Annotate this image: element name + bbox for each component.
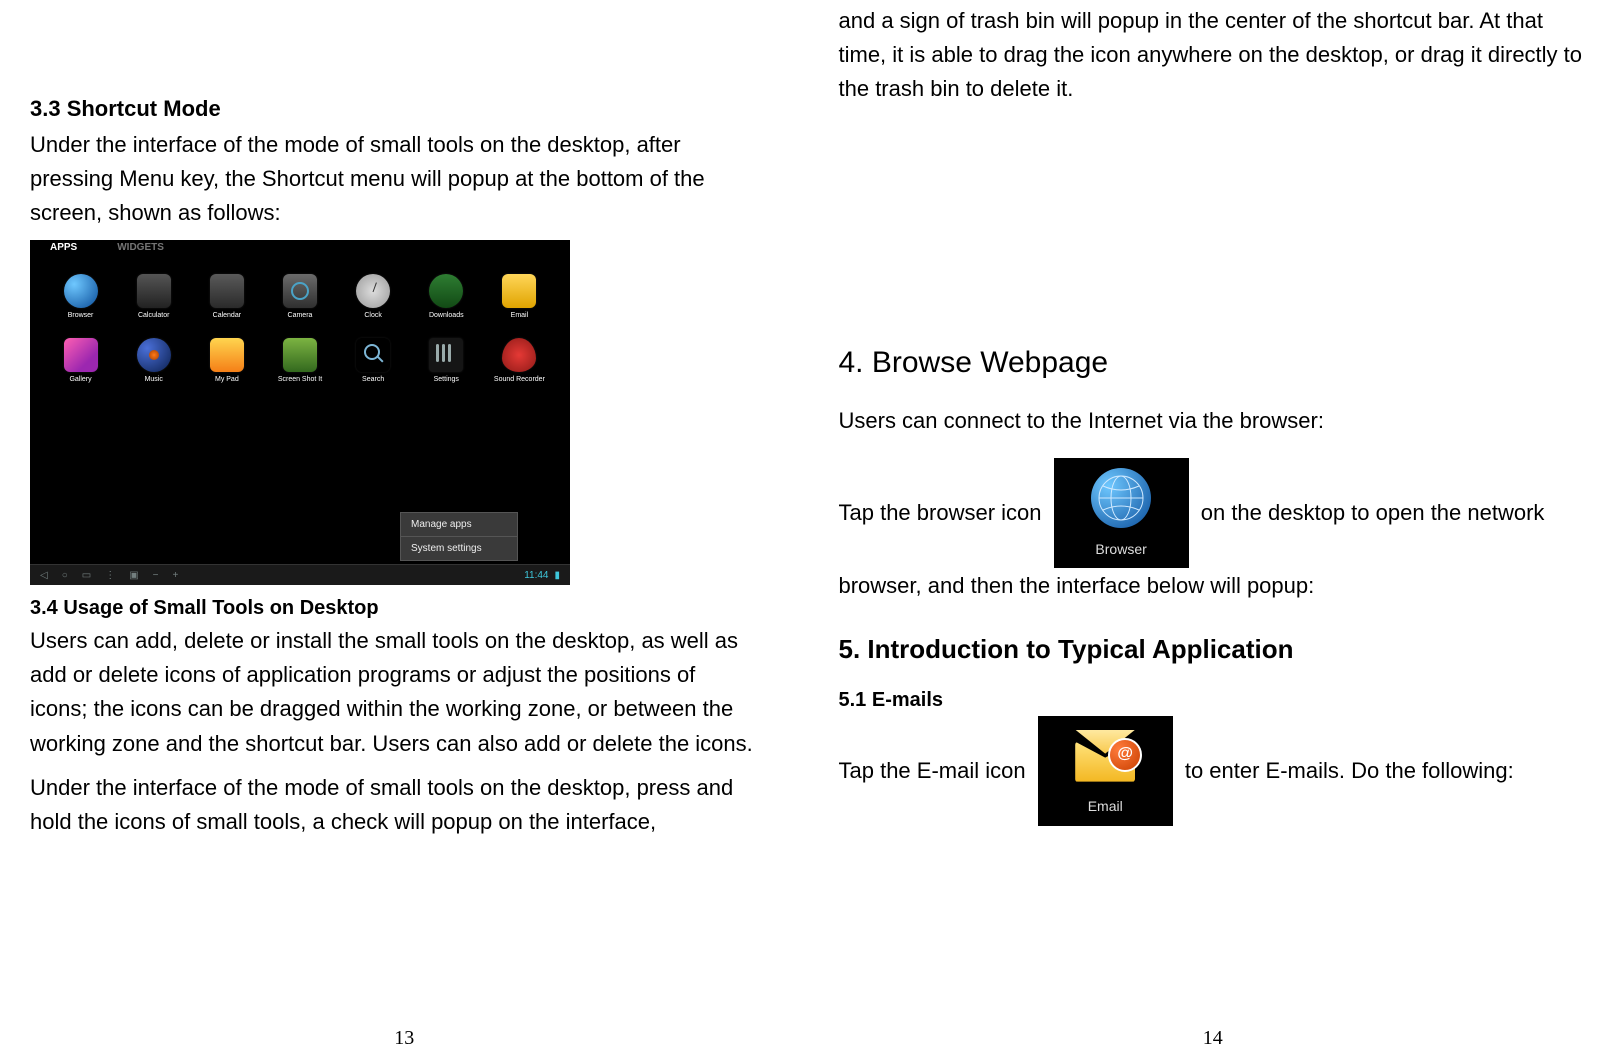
app-clock[interactable]: Clock	[337, 274, 410, 324]
statusbar-clock: 11:44	[524, 570, 548, 581]
heading-5: 5. Introduction to Typical Application	[839, 634, 1588, 665]
sound-recorder-icon	[502, 338, 536, 372]
app-sound-recorder[interactable]: Sound Recorder	[483, 338, 556, 388]
app-browser[interactable]: Browser	[44, 274, 117, 324]
app-label: Screen Shot It	[278, 376, 322, 383]
app-calendar[interactable]: Calendar	[190, 274, 263, 324]
downloads-icon	[429, 274, 463, 308]
email-icon	[502, 274, 536, 308]
email-icon-label: Email	[1038, 796, 1173, 818]
nav-more-icon[interactable]: ⋮	[105, 570, 115, 581]
nav-back-icon[interactable]: ◁	[40, 570, 48, 581]
email-icon-inline: @ Email	[1038, 716, 1173, 826]
camera-icon	[283, 274, 317, 308]
nav-capture-icon[interactable]: ▣	[129, 570, 138, 581]
app-screen-shot-it[interactable]: Screen Shot It	[263, 338, 336, 388]
app-calculator[interactable]: Calculator	[117, 274, 190, 324]
para-5-1-post: to enter E-mails. Do the following:	[1185, 758, 1514, 783]
app-label: Clock	[364, 312, 382, 319]
app-label: Browser	[68, 312, 94, 319]
page-number-left: 13	[0, 1027, 809, 1050]
app-my-pad[interactable]: My Pad	[190, 338, 263, 388]
para-right-top: and a sign of trash bin will popup in th…	[839, 4, 1588, 106]
browser-icon-label: Browser	[1054, 539, 1189, 561]
para-4b-pre: Tap the browser icon	[839, 500, 1048, 525]
tab-apps[interactable]: APPS	[50, 242, 77, 253]
app-label: Camera	[288, 312, 313, 319]
app-label: Search	[362, 376, 384, 383]
page-14: and a sign of trash bin will popup in th…	[809, 0, 1617, 1050]
para-3-3: Under the interface of the mode of small…	[30, 128, 759, 230]
heading-4: 4. Browse Webpage	[839, 346, 1588, 380]
search-icon	[356, 338, 390, 372]
para-3-4a: Users can add, delete or install the sma…	[30, 624, 759, 760]
statusbar-battery-icon: ▮	[554, 570, 560, 581]
app-search[interactable]: Search	[337, 338, 410, 388]
app-camera[interactable]: Camera	[263, 274, 336, 324]
app-label: Calendar	[213, 312, 241, 319]
menu-system-settings[interactable]: System settings	[401, 536, 517, 560]
heading-3-3: 3.3 Shortcut Mode	[30, 96, 759, 122]
shortcut-popup-menu: Manage apps System settings	[400, 512, 518, 561]
app-label: My Pad	[215, 376, 239, 383]
android-apps-screenshot: APPS WIDGETS Browser Calculator Calendar Ca…	[30, 240, 570, 585]
page-number-right: 14	[809, 1027, 1617, 1050]
tab-widgets[interactable]: WIDGETS	[117, 242, 164, 253]
screen-shot-it-icon	[283, 338, 317, 372]
envelope-icon: @	[1070, 734, 1140, 784]
app-label: Downloads	[429, 312, 464, 319]
globe-icon	[1091, 468, 1151, 528]
app-label: Music	[145, 376, 163, 383]
app-label: Gallery	[69, 376, 91, 383]
globe-svg	[1091, 468, 1151, 528]
at-sign-icon: @	[1108, 738, 1142, 772]
para-4b: Tap the browser icon Browser on the desk…	[839, 458, 1588, 603]
para-5-1-pre: Tap the E-mail icon	[839, 758, 1032, 783]
page-13: 3.3 Shortcut Mode Under the interface of…	[0, 0, 809, 1050]
para-5-1: Tap the E-mail icon @ Email to enter E-m…	[839, 716, 1588, 826]
app-label: Sound Recorder	[494, 376, 545, 383]
calculator-icon	[137, 274, 171, 308]
settings-icon	[429, 338, 463, 372]
para-3-4b: Under the interface of the mode of small…	[30, 771, 759, 839]
browser-icon	[64, 274, 98, 308]
app-label: Settings	[434, 376, 459, 383]
heading-3-4: 3.4 Usage of Small Tools on Desktop	[30, 597, 759, 620]
app-gallery[interactable]: Gallery	[44, 338, 117, 388]
app-settings[interactable]: Settings	[410, 338, 483, 388]
app-label: Calculator	[138, 312, 170, 319]
music-icon	[137, 338, 171, 372]
heading-5-1: 5.1 E-mails	[839, 689, 1588, 712]
nav-vol-down-icon[interactable]: −	[153, 570, 159, 581]
app-music[interactable]: Music	[117, 338, 190, 388]
calendar-icon	[210, 274, 244, 308]
para-4a: Users can connect to the Internet via th…	[839, 404, 1588, 438]
nav-vol-up-icon[interactable]: +	[173, 570, 179, 581]
app-label: Email	[511, 312, 529, 319]
app-email[interactable]: Email	[483, 274, 556, 324]
clock-icon	[356, 274, 390, 308]
nav-recent-icon[interactable]: ▭	[82, 570, 91, 581]
app-downloads[interactable]: Downloads	[410, 274, 483, 324]
gallery-icon	[64, 338, 98, 372]
my-pad-icon	[210, 338, 244, 372]
nav-home-icon[interactable]: ○	[62, 570, 68, 581]
menu-manage-apps[interactable]: Manage apps	[401, 513, 517, 536]
browser-icon-inline: Browser	[1054, 458, 1189, 568]
nav-bar: ◁ ○ ▭ ⋮ ▣ − + 11:44 ▮	[30, 564, 570, 585]
